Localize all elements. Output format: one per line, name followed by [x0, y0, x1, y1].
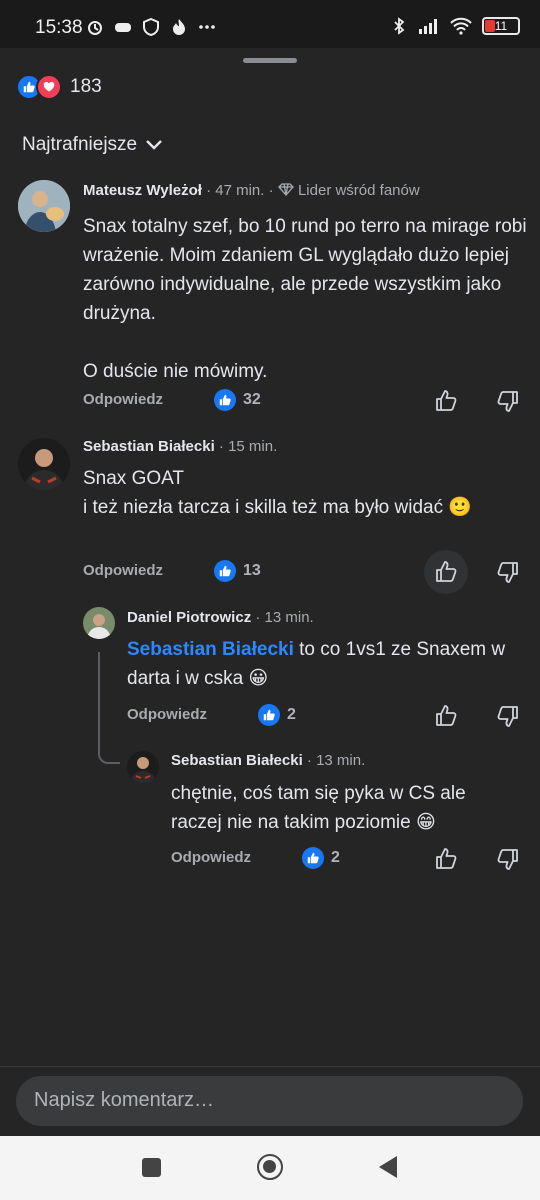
- comment-author[interactable]: Mateusz Wyleżoł: [83, 182, 202, 199]
- wifi-icon: [450, 17, 472, 35]
- recents-button[interactable]: [142, 1158, 161, 1177]
- like-badge-icon: [214, 560, 236, 582]
- like-button[interactable]: [433, 845, 461, 873]
- thumbs-down-icon: [497, 391, 518, 412]
- comment-like-count: 2: [302, 847, 340, 869]
- comment-text: Snax GOAT i też niezła tarcza i skilla t…: [83, 468, 473, 518]
- avatar[interactable]: [18, 180, 70, 232]
- love-reaction-icon: [36, 74, 62, 100]
- comment-like-count: 2: [258, 704, 296, 726]
- sort-label: Najtrafniejsze: [22, 134, 138, 155]
- like-badge-icon: [258, 704, 280, 726]
- avatar[interactable]: [83, 607, 115, 639]
- reply-button[interactable]: Odpowiedz: [171, 849, 251, 866]
- reply-button[interactable]: Odpowiedz: [83, 562, 163, 579]
- thumbs-up-icon: [436, 390, 457, 411]
- status-time: 15:38: [35, 17, 83, 38]
- like-badge-icon: [214, 389, 236, 411]
- comment-time: · 15 min.: [218, 438, 278, 455]
- thumbs-down-icon: [497, 706, 518, 727]
- dislike-button[interactable]: [493, 702, 521, 730]
- comment-time: · 13 min.: [255, 609, 314, 626]
- comment-input-placeholder[interactable]: Napisz komentarz…: [34, 1089, 214, 1112]
- alarm-icon: [88, 21, 102, 35]
- comment-time: · 13 min.: [306, 752, 366, 769]
- battery-indicator: 11: [482, 17, 520, 35]
- avatar[interactable]: [127, 751, 159, 783]
- comment-text: Sebastian Białecki to co 1vs1 ze Snaxem …: [127, 639, 506, 689]
- sort-dropdown[interactable]: Najtrafniejsze: [22, 134, 163, 156]
- reply-button[interactable]: Odpowiedz: [127, 706, 207, 723]
- comment-author[interactable]: Sebastian Białecki: [171, 752, 303, 769]
- reactions-summary[interactable]: 183: [16, 74, 102, 100]
- thumbs-down-icon: [497, 562, 518, 583]
- back-button[interactable]: [379, 1156, 397, 1178]
- game-icon: [115, 23, 131, 32]
- more-dots-icon: [199, 25, 215, 29]
- status-bar: 15:38 11: [0, 0, 540, 48]
- fan-badge: Lider wśród fanów: [277, 182, 420, 199]
- thread-connector: [98, 652, 120, 764]
- bluetooth-icon: [394, 17, 405, 35]
- comment-like-count: 13: [214, 560, 261, 582]
- sheet-drag-handle[interactable]: [243, 58, 297, 63]
- thumbs-down-icon: [497, 849, 518, 870]
- comment-author[interactable]: Sebastian Białecki: [83, 438, 215, 455]
- diamond-icon: [277, 183, 294, 196]
- comment-author[interactable]: Daniel Piotrowicz: [127, 609, 251, 626]
- like-button[interactable]: [433, 387, 461, 415]
- like-badge-icon: [302, 847, 324, 869]
- comment-text: chętnie, coś tam się pyka w CS ale racze…: [171, 783, 466, 833]
- dislike-button[interactable]: [493, 387, 521, 415]
- shield-icon: [143, 18, 159, 36]
- like-button[interactable]: [433, 702, 461, 730]
- dislike-button[interactable]: [493, 558, 521, 586]
- like-button[interactable]: [433, 558, 461, 586]
- comment-like-count: 32: [214, 389, 261, 411]
- dislike-button[interactable]: [493, 845, 521, 873]
- thumbs-up-icon: [436, 561, 457, 582]
- chevron-down-icon: [146, 140, 162, 150]
- comment-text: Snax totalny szef, bo 10 rund po terro n…: [83, 216, 527, 382]
- reactions-count: 183: [70, 76, 102, 97]
- signal-icon: [419, 19, 437, 34]
- thumbs-up-icon: [436, 705, 457, 726]
- home-button[interactable]: [257, 1154, 283, 1180]
- mention-link[interactable]: Sebastian Białecki: [127, 639, 294, 660]
- avatar[interactable]: [18, 438, 70, 490]
- reply-button[interactable]: Odpowiedz: [83, 391, 163, 408]
- comment-time: · 47 min. ·: [206, 182, 274, 199]
- thumbs-up-icon: [436, 848, 457, 869]
- flame-icon: [173, 19, 185, 35]
